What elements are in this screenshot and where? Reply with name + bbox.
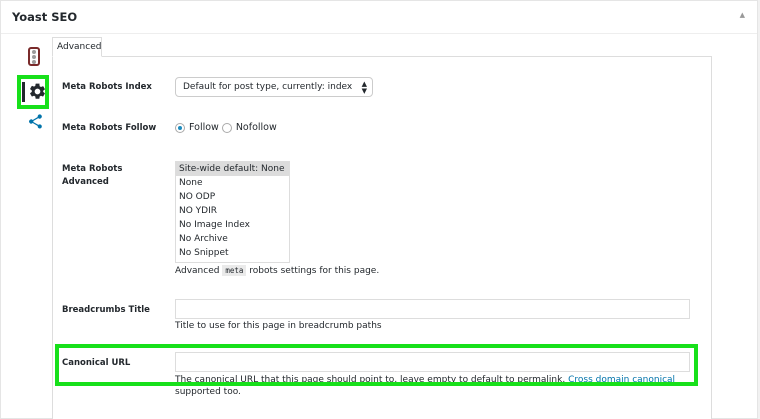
gear-icon[interactable] xyxy=(17,75,49,109)
traffic-light-icon[interactable] xyxy=(28,47,40,66)
robots-follow-label: Meta Robots Follow xyxy=(62,123,157,133)
listbox-option[interactable]: No Archive xyxy=(176,232,289,246)
canonical-desc-line2: supported too. xyxy=(175,387,241,397)
robots-advanced-description: Advanced meta robots settings for this p… xyxy=(175,265,379,277)
nofollow-radio[interactable] xyxy=(221,122,232,133)
canonical-url-highlight xyxy=(55,344,698,386)
breadcrumbs-title-label: Breadcrumbs Title xyxy=(62,305,150,315)
breadcrumbs-title-input[interactable] xyxy=(175,299,690,319)
metabox-title: Yoast SEO xyxy=(12,10,78,24)
listbox-option[interactable]: None xyxy=(176,176,289,190)
robots-follow-radio-group: Follow Nofollow xyxy=(175,122,277,133)
select-arrows-icon: ▲ ▼ xyxy=(361,80,367,95)
robots-advanced-listbox[interactable]: Site-wide default: None None NO ODP NO Y… xyxy=(175,161,290,263)
listbox-option[interactable]: No Image Index xyxy=(176,218,289,232)
meta-code: meta xyxy=(222,265,247,276)
desc-suffix: robots settings for this page. xyxy=(249,266,380,276)
robots-index-value: Default for post type, currently: index xyxy=(183,82,353,92)
follow-radio[interactable] xyxy=(175,122,185,133)
metabox-header[interactable]: Yoast SEO ▲ xyxy=(1,1,757,34)
tab-advanced[interactable]: Advanced xyxy=(52,37,102,57)
robots-index-label: Meta Robots Index xyxy=(62,82,152,92)
listbox-option[interactable]: Site-wide default: None xyxy=(176,162,289,176)
share-icon[interactable] xyxy=(27,113,44,134)
breadcrumbs-title-description: Title to use for this page in breadcrumb… xyxy=(175,321,382,331)
listbox-option[interactable]: NO YDIR xyxy=(176,204,289,218)
listbox-option[interactable]: No Snippet xyxy=(176,246,289,260)
nofollow-radio-label[interactable]: Nofollow xyxy=(236,122,277,133)
listbox-option[interactable]: NO ODP xyxy=(176,190,289,204)
robots-index-select[interactable]: Default for post type, currently: index … xyxy=(175,77,373,97)
desc-prefix: Advanced xyxy=(175,266,220,276)
robots-advanced-label: Meta Robots Advanced xyxy=(62,164,123,187)
follow-radio-label[interactable]: Follow xyxy=(189,122,219,133)
collapse-toggle-icon[interactable]: ▲ xyxy=(740,11,745,19)
